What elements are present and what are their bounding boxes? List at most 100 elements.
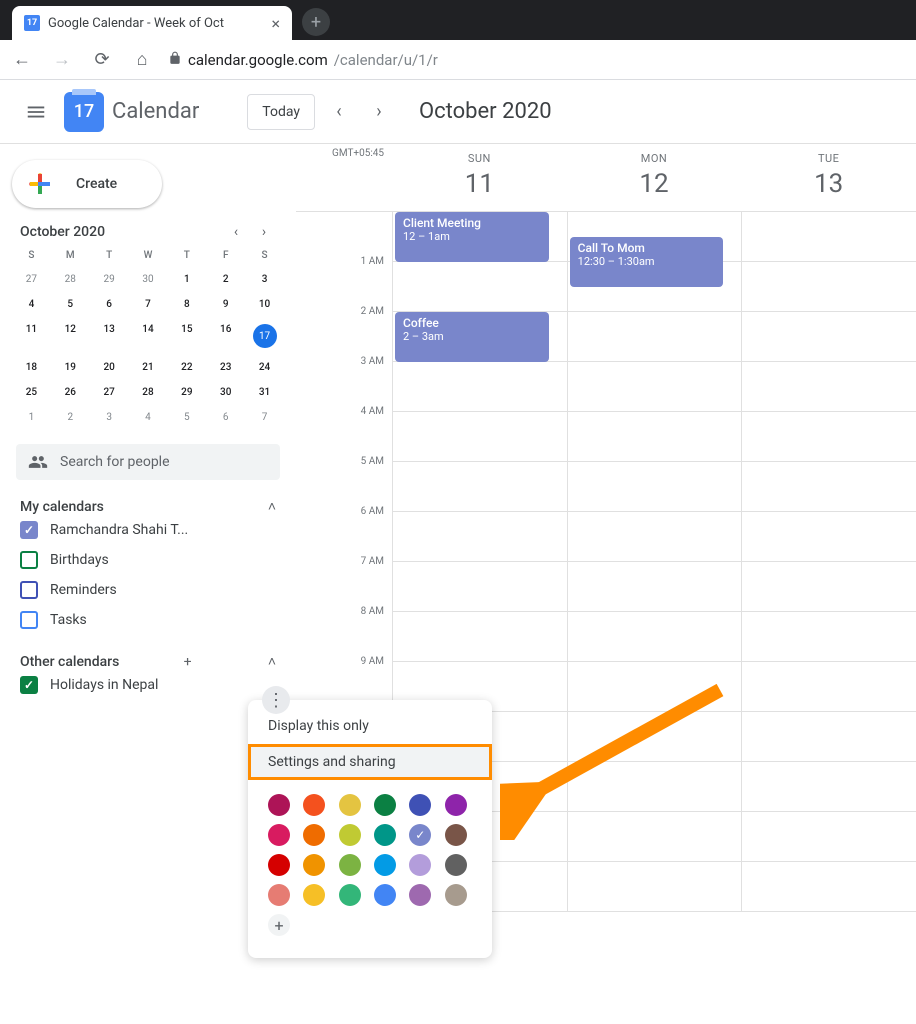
minical-day[interactable]: 3 bbox=[245, 267, 284, 292]
color-swatch[interactable] bbox=[445, 794, 467, 816]
day-header[interactable]: SUN11 bbox=[392, 144, 567, 211]
calendar-event[interactable]: Call To Mom12:30 – 1:30am bbox=[570, 237, 724, 287]
minical-day[interactable]: 9 bbox=[206, 292, 245, 317]
color-swatch[interactable] bbox=[339, 884, 361, 906]
color-swatch[interactable] bbox=[268, 884, 290, 906]
day-column[interactable] bbox=[741, 212, 916, 912]
minical-day[interactable]: 27 bbox=[90, 380, 129, 405]
minicalendar-next[interactable]: › bbox=[252, 224, 276, 240]
menu-display-only[interactable]: Display this only bbox=[248, 708, 492, 744]
minical-day[interactable]: 4 bbox=[129, 405, 168, 430]
color-swatch[interactable]: ✓ bbox=[409, 824, 431, 846]
minical-day[interactable]: 2 bbox=[206, 267, 245, 292]
home-button[interactable]: ⌂ bbox=[128, 46, 156, 74]
minical-day[interactable]: 22 bbox=[167, 355, 206, 380]
minical-day[interactable]: 6 bbox=[206, 405, 245, 430]
calendar-item[interactable]: Birthdays bbox=[12, 545, 284, 575]
minical-day[interactable]: 16 bbox=[206, 317, 245, 355]
calendar-item[interactable]: Tasks bbox=[12, 605, 284, 635]
minical-day[interactable]: 31 bbox=[245, 380, 284, 405]
day-header[interactable]: TUE13 bbox=[741, 144, 916, 211]
menu-settings-sharing[interactable]: Settings and sharing bbox=[248, 744, 492, 780]
minical-day[interactable]: 13 bbox=[90, 317, 129, 355]
chevron-up-icon[interactable]: ˄ bbox=[268, 498, 276, 515]
overflow-icon[interactable]: ⋮ bbox=[262, 686, 290, 714]
color-swatch[interactable] bbox=[303, 794, 325, 816]
color-swatch[interactable] bbox=[303, 884, 325, 906]
color-swatch[interactable] bbox=[268, 854, 290, 876]
color-swatch[interactable] bbox=[374, 794, 396, 816]
back-button[interactable]: ← bbox=[8, 46, 36, 74]
calendar-logo[interactable]: 17 Calendar bbox=[64, 92, 199, 132]
minical-day[interactable]: 7 bbox=[245, 405, 284, 430]
add-calendar-button[interactable]: + bbox=[184, 654, 192, 670]
minical-day[interactable]: 21 bbox=[129, 355, 168, 380]
color-swatch[interactable] bbox=[445, 884, 467, 906]
minicalendar-prev[interactable]: ‹ bbox=[224, 224, 248, 240]
close-icon[interactable]: × bbox=[271, 14, 280, 33]
color-swatch[interactable] bbox=[409, 884, 431, 906]
minical-day[interactable]: 25 bbox=[12, 380, 51, 405]
minical-day[interactable]: 28 bbox=[129, 380, 168, 405]
minical-day[interactable]: 30 bbox=[206, 380, 245, 405]
calendar-checkbox[interactable] bbox=[20, 611, 38, 629]
color-swatch[interactable] bbox=[374, 884, 396, 906]
minical-day[interactable]: 3 bbox=[90, 405, 129, 430]
minical-day[interactable]: 1 bbox=[12, 405, 51, 430]
minical-day[interactable]: 27 bbox=[12, 267, 51, 292]
color-swatch[interactable] bbox=[409, 794, 431, 816]
minical-day[interactable]: 10 bbox=[245, 292, 284, 317]
minical-day[interactable]: 23 bbox=[206, 355, 245, 380]
minical-day[interactable]: 18 bbox=[12, 355, 51, 380]
color-swatch[interactable] bbox=[374, 824, 396, 846]
calendar-checkbox[interactable] bbox=[20, 551, 38, 569]
color-swatch[interactable] bbox=[339, 854, 361, 876]
color-swatch[interactable] bbox=[409, 854, 431, 876]
new-tab-button[interactable]: + bbox=[302, 8, 330, 36]
prev-period-button[interactable]: ‹ bbox=[323, 96, 355, 128]
minical-day[interactable]: 2 bbox=[51, 405, 90, 430]
color-swatch[interactable] bbox=[374, 854, 396, 876]
color-swatch[interactable] bbox=[303, 824, 325, 846]
calendar-checkbox[interactable] bbox=[20, 581, 38, 599]
reload-button[interactable]: ⟳ bbox=[88, 46, 116, 74]
search-people-input[interactable]: Search for people bbox=[16, 444, 280, 480]
minical-day[interactable]: 26 bbox=[51, 380, 90, 405]
minical-day[interactable]: 6 bbox=[90, 292, 129, 317]
minical-day[interactable]: 11 bbox=[12, 317, 51, 355]
minical-day[interactable]: 29 bbox=[167, 380, 206, 405]
day-header[interactable]: MON12 bbox=[567, 144, 742, 211]
color-swatch[interactable] bbox=[445, 824, 467, 846]
minical-day[interactable]: 12 bbox=[51, 317, 90, 355]
minical-day[interactable]: 24 bbox=[245, 355, 284, 380]
color-swatch[interactable] bbox=[339, 794, 361, 816]
calendar-event[interactable]: Client Meeting12 – 1am bbox=[395, 212, 549, 262]
main-menu-button[interactable] bbox=[16, 92, 56, 132]
calendar-checkbox[interactable] bbox=[20, 521, 38, 539]
minical-day[interactable]: 8 bbox=[167, 292, 206, 317]
minical-day[interactable]: 1 bbox=[167, 267, 206, 292]
create-button[interactable]: + Create bbox=[12, 160, 162, 208]
calendar-item[interactable]: Ramchandra Shahi T... bbox=[12, 515, 284, 545]
calendar-item[interactable]: Reminders bbox=[12, 575, 284, 605]
chevron-up-icon[interactable]: ˄ bbox=[268, 653, 276, 670]
minical-day[interactable]: 14 bbox=[129, 317, 168, 355]
day-column[interactable]: Call To Mom12:30 – 1:30am bbox=[567, 212, 742, 912]
minical-day[interactable]: 4 bbox=[12, 292, 51, 317]
color-swatch[interactable] bbox=[445, 854, 467, 876]
minical-day[interactable]: 28 bbox=[51, 267, 90, 292]
add-color-button[interactable]: + bbox=[268, 914, 290, 936]
browser-tab[interactable]: 17 Google Calendar - Week of Oct × bbox=[12, 6, 292, 40]
minical-day[interactable]: 20 bbox=[90, 355, 129, 380]
address-bar[interactable]: calendar.google.com/calendar/u/1/r bbox=[168, 51, 908, 69]
calendar-item[interactable]: Holidays in Nepal bbox=[12, 670, 284, 700]
color-swatch[interactable] bbox=[339, 824, 361, 846]
minical-day[interactable]: 29 bbox=[90, 267, 129, 292]
color-swatch[interactable] bbox=[268, 824, 290, 846]
minical-day[interactable]: 19 bbox=[51, 355, 90, 380]
minical-day[interactable]: 30 bbox=[129, 267, 168, 292]
today-button[interactable]: Today bbox=[247, 94, 315, 130]
minical-day[interactable]: 15 bbox=[167, 317, 206, 355]
calendar-checkbox[interactable] bbox=[20, 676, 38, 694]
forward-button[interactable]: → bbox=[48, 46, 76, 74]
